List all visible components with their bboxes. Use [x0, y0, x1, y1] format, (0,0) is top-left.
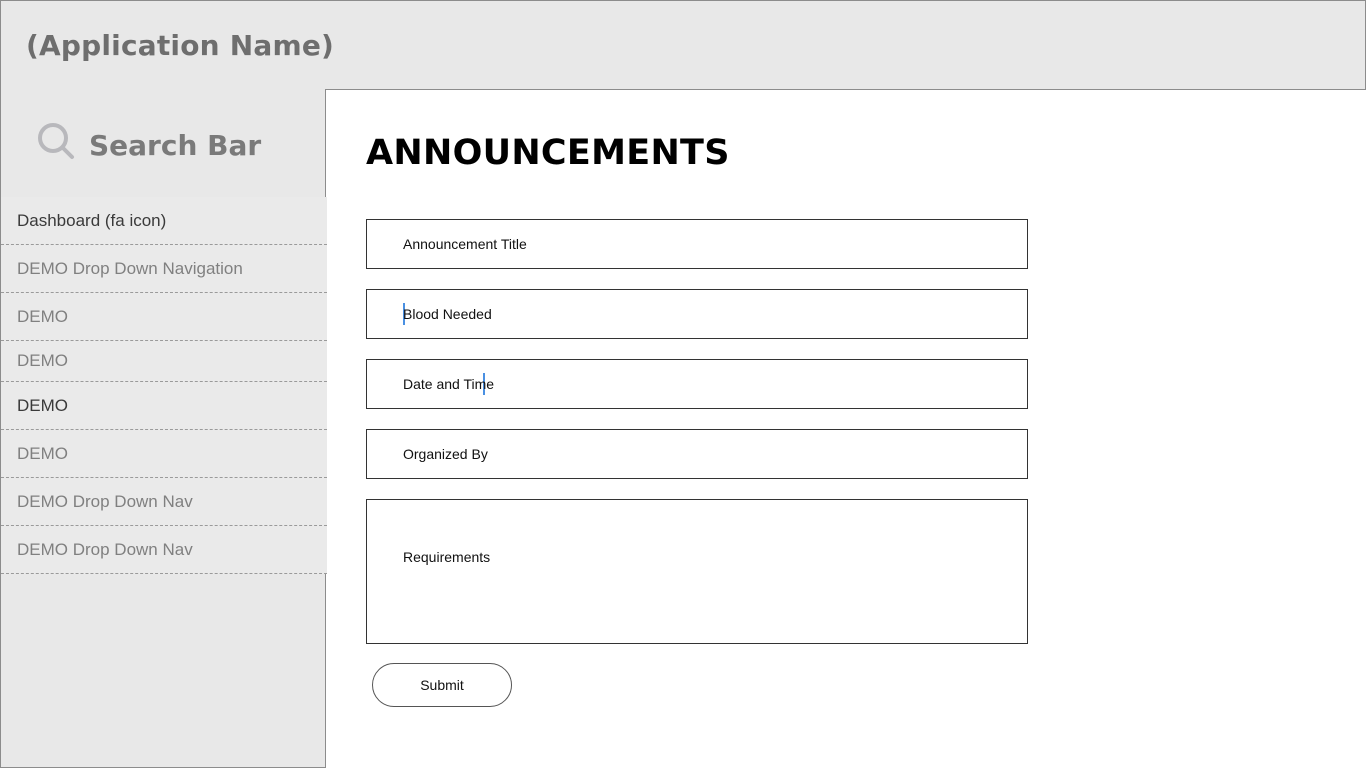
sidebar-item-label: DEMO Drop Down Nav — [17, 540, 193, 559]
field-label: Organized By — [403, 446, 488, 462]
field-label: Date and Time — [403, 376, 495, 392]
blood-needed-field[interactable]: Blood Needed — [366, 289, 1028, 339]
search-icon — [38, 123, 74, 159]
sidebar-item-label: DEMO — [17, 307, 68, 326]
search-bar-label: Search Bar — [89, 129, 262, 162]
date-time-field[interactable]: Date and Time — [366, 359, 1028, 409]
sidebar-item-demo-dropdown-nav-1[interactable]: DEMO Drop Down Nav — [1, 478, 327, 526]
app-name: (Application Name) — [26, 29, 335, 62]
sidebar-item-label: Dashboard (fa icon) — [17, 211, 167, 230]
field-label: Announcement Title — [403, 236, 527, 252]
announcement-title-field[interactable]: Announcement Title — [366, 219, 1028, 269]
sidebar: Search Bar Dashboard (fa icon) DEMO Drop… — [0, 89, 327, 768]
page-title: ANNOUNCEMENTS — [366, 133, 730, 173]
sidebar-item-demo-dropdown-navigation[interactable]: DEMO Drop Down Navigation — [1, 245, 327, 293]
sidebar-item-demo-dropdown-nav-2[interactable]: DEMO Drop Down Nav — [1, 526, 327, 574]
sidebar-item-label: DEMO — [17, 396, 68, 415]
search-bar[interactable]: Search Bar — [1, 89, 325, 197]
field-label: Blood Needed — [403, 306, 492, 322]
sidebar-item-dashboard[interactable]: Dashboard (fa icon) — [1, 197, 327, 245]
app-header: (Application Name) — [0, 0, 1366, 90]
requirements-field[interactable]: Requirements — [366, 499, 1028, 644]
sidebar-item-label: DEMO — [17, 351, 68, 370]
sidebar-item-demo-3[interactable]: DEMO — [1, 382, 327, 430]
sidebar-item-demo-2[interactable]: DEMO — [1, 341, 327, 382]
submit-button[interactable]: Submit — [372, 663, 512, 707]
sidebar-item-demo-4[interactable]: DEMO — [1, 430, 327, 478]
sidebar-nav: Dashboard (fa icon) DEMO Drop Down Navig… — [1, 197, 327, 574]
organized-by-field[interactable]: Organized By — [366, 429, 1028, 479]
field-label: Requirements — [403, 549, 491, 565]
sidebar-item-demo-1[interactable]: DEMO — [1, 293, 327, 341]
sidebar-item-label: DEMO Drop Down Navigation — [17, 259, 243, 278]
sidebar-item-label: DEMO Drop Down Nav — [17, 492, 193, 511]
sidebar-item-label: DEMO — [17, 444, 68, 463]
